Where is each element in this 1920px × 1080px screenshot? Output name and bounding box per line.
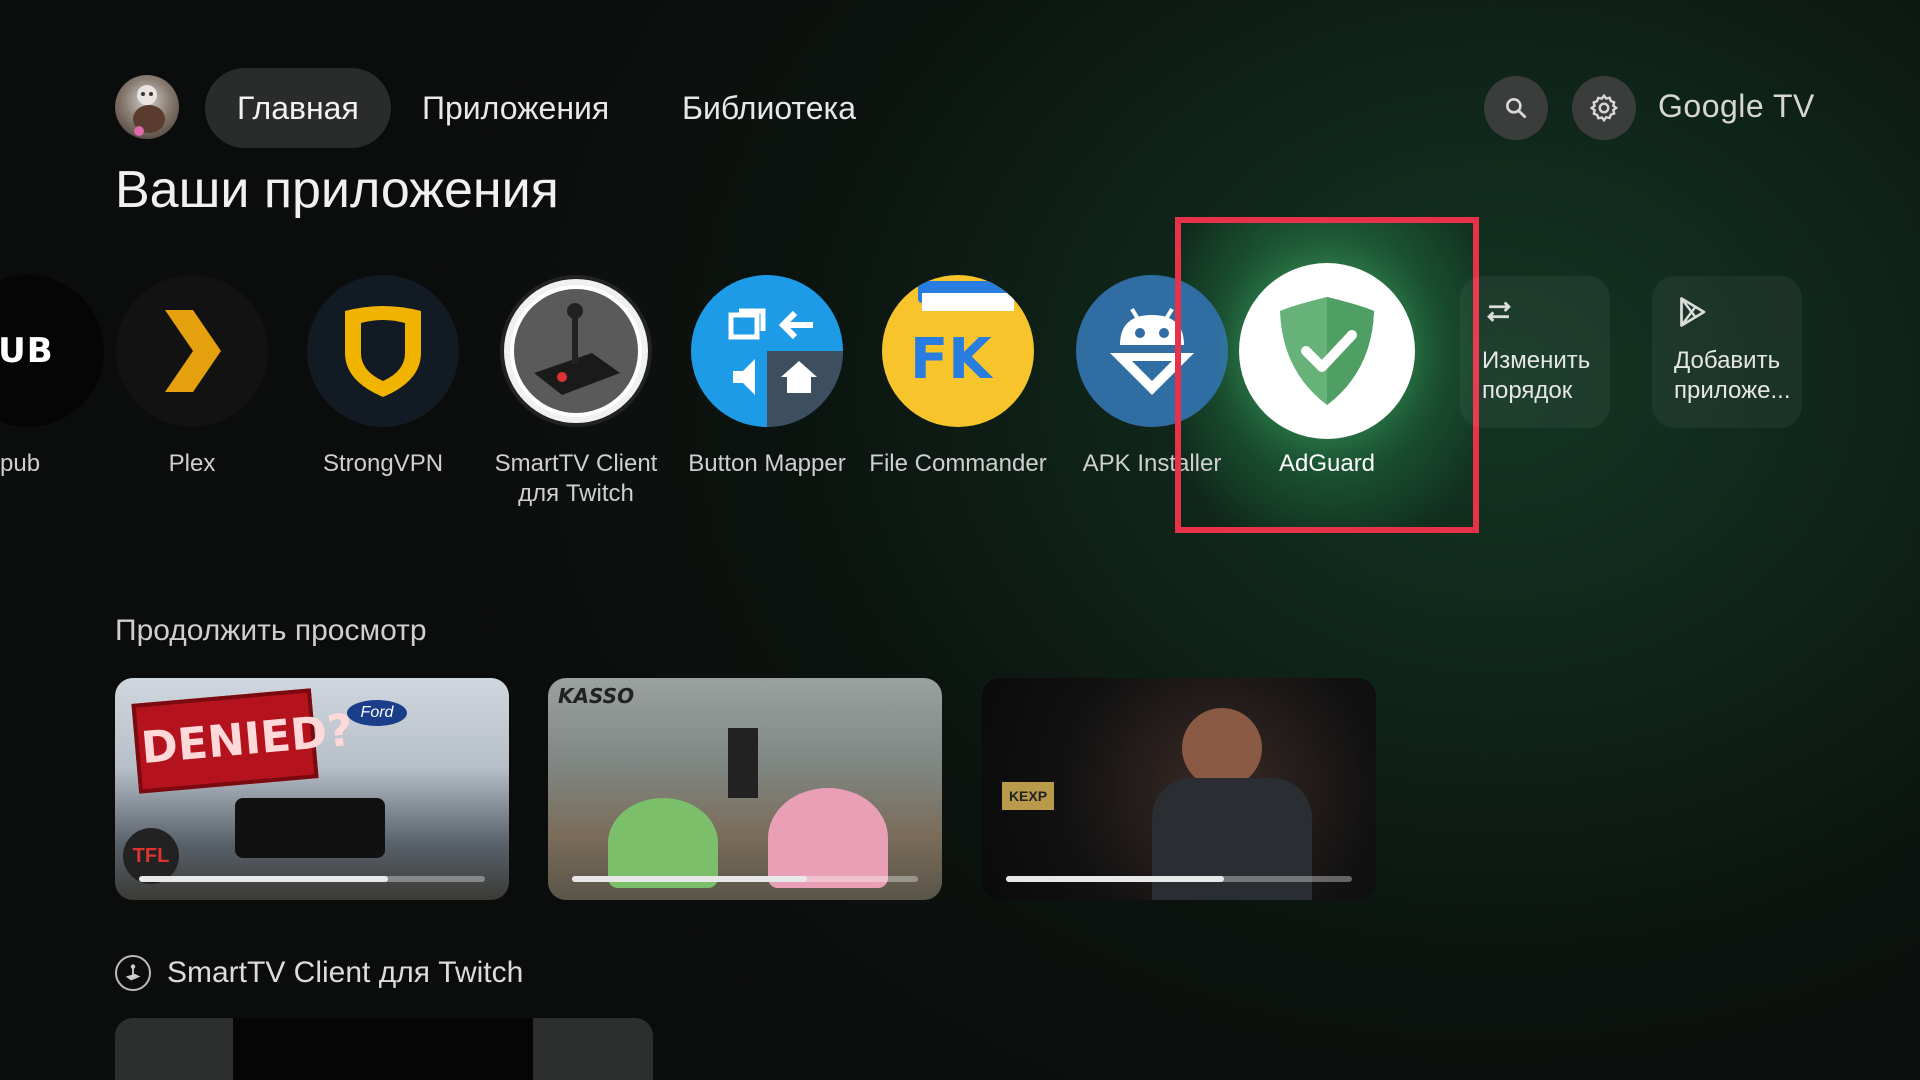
app-label: Button Mapper bbox=[688, 450, 846, 477]
progress-bar bbox=[1006, 876, 1352, 882]
app-smarttv-twitch[interactable]: SmartTV Client для Twitch bbox=[486, 275, 666, 509]
app-label: pub bbox=[0, 450, 41, 477]
tab-library[interactable]: Библиотека bbox=[650, 68, 888, 148]
play-store-icon bbox=[1674, 294, 1780, 330]
reorder-icon bbox=[1482, 294, 1588, 330]
thumbnail-caption: KASSO bbox=[558, 684, 635, 708]
add-app-button[interactable]: Добавить приложе... bbox=[1652, 276, 1802, 428]
tab-home[interactable]: Главная bbox=[205, 68, 391, 148]
reorder-label: Изменить порядок bbox=[1482, 347, 1591, 404]
shield-icon bbox=[307, 275, 459, 427]
plex-icon bbox=[116, 275, 268, 427]
button-mapper-icon bbox=[691, 275, 843, 427]
profile-avatar[interactable] bbox=[115, 75, 179, 139]
app-plex[interactable]: Plex bbox=[102, 275, 282, 479]
google-tv-logo: Google TV bbox=[1658, 88, 1815, 124]
app-label: SmartTV Client для Twitch bbox=[494, 450, 658, 507]
reorder-apps-button[interactable]: Изменить порядок bbox=[1460, 276, 1610, 428]
search-button[interactable] bbox=[1484, 76, 1548, 140]
gear-icon bbox=[1589, 93, 1619, 123]
file-commander-icon: FK bbox=[882, 275, 1034, 427]
twitch-section-label: SmartTV Client для Twitch bbox=[167, 956, 524, 989]
focus-highlight-frame bbox=[1175, 217, 1479, 533]
app-label: Plex bbox=[168, 450, 216, 477]
joystick-icon bbox=[115, 955, 151, 991]
app-pub[interactable]: PUB pub bbox=[0, 275, 118, 479]
progress-bar bbox=[139, 876, 485, 882]
add-app-label: Добавить приложе... bbox=[1674, 347, 1791, 404]
app-label: StrongVPN bbox=[322, 450, 444, 477]
continue-item[interactable]: DENIED? Ford TFL bbox=[115, 678, 509, 900]
app-button-mapper[interactable]: Button Mapper bbox=[677, 275, 857, 479]
continue-item[interactable]: KASSO bbox=[548, 678, 942, 900]
continue-item[interactable]: KEXP bbox=[982, 678, 1376, 900]
app-strongvpn[interactable]: StrongVPN bbox=[293, 275, 473, 479]
twitch-content-row[interactable] bbox=[115, 1018, 653, 1080]
tab-apps[interactable]: Приложения bbox=[390, 68, 641, 148]
settings-button[interactable] bbox=[1572, 76, 1636, 140]
ford-logo: Ford bbox=[347, 700, 407, 726]
continue-watching-title: Продолжить просмотр bbox=[115, 614, 427, 647]
search-icon bbox=[1506, 98, 1527, 119]
app-file-commander[interactable]: FK File Commander bbox=[868, 275, 1048, 479]
page-title: Ваши приложения bbox=[115, 161, 559, 219]
twitch-section-title: SmartTV Client для Twitch bbox=[115, 955, 523, 991]
thumbnail-caption: KEXP bbox=[1002, 782, 1054, 810]
app-label: File Commander bbox=[869, 450, 1047, 477]
joystick-icon bbox=[500, 275, 652, 427]
progress-bar bbox=[572, 876, 918, 882]
pub-icon: PUB bbox=[0, 275, 104, 427]
